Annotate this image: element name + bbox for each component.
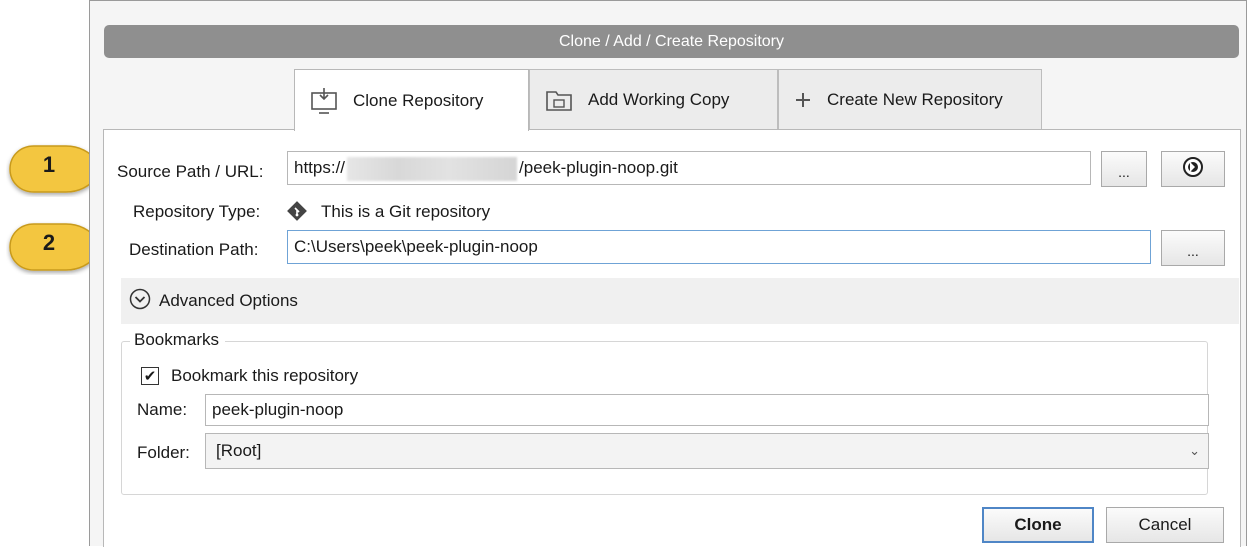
repo-type-label: Repository Type: [133, 202, 261, 221]
tab-create-new-repository[interactable]: Create New Repository [778, 69, 1042, 129]
destination-path-label: Destination Path: [129, 240, 259, 259]
repo-type-value: This is a Git repository [321, 202, 491, 221]
source-url-input[interactable]: https:// /peek-plugin-noop.git [287, 151, 1091, 185]
tab-clone-repository[interactable]: Clone Repository [294, 69, 529, 131]
advanced-options-toggle[interactable]: Advanced Options [121, 278, 1239, 324]
browse-source-button[interactable]: ... [1101, 151, 1147, 187]
plus-icon [793, 85, 813, 115]
git-icon [286, 200, 308, 227]
folder-icon [544, 85, 574, 115]
tab-label: Clone Repository [353, 90, 484, 110]
remote-globe-icon [1182, 156, 1204, 183]
tab-add-working-copy[interactable]: Add Working Copy [529, 69, 778, 129]
tab-label: Add Working Copy [588, 89, 730, 109]
advanced-options-label: Advanced Options [159, 291, 298, 310]
source-path-label: Source Path / URL: [117, 162, 264, 181]
folder-label: Folder: [137, 443, 190, 462]
tab-label: Create New Repository [827, 89, 1003, 109]
bookmark-checkbox[interactable]: ✔ [141, 367, 159, 385]
chevron-down-icon [129, 288, 151, 315]
folder-select[interactable]: [Root] ⌄ [205, 433, 1209, 469]
callout-number: 1 [42, 152, 56, 177]
checkmark-icon: ✔ [143, 368, 157, 385]
remote-repo-button[interactable] [1161, 151, 1225, 187]
chevron-down-icon: ⌄ [1189, 443, 1200, 458]
bookmarks-legend: Bookmarks [130, 330, 226, 350]
source-url-prefix: https:// [294, 158, 346, 177]
browse-destination-button[interactable]: ... [1161, 230, 1225, 266]
dialog-title: Clone / Add / Create Repository [104, 25, 1239, 58]
callout-number: 2 [42, 230, 56, 255]
clone-icon [309, 86, 339, 116]
bookmarks-group: Bookmarks ✔ Bookmark this repository Nam… [121, 330, 1209, 495]
redacted-host [347, 156, 518, 181]
clone-button[interactable]: Clone [982, 507, 1094, 543]
cancel-button[interactable]: Cancel [1106, 507, 1224, 543]
name-label: Name: [137, 400, 188, 419]
clone-dialog: Clone / Add / Create Repository Clone Re… [89, 0, 1247, 547]
source-url-suffix: /peek-plugin-noop.git [519, 158, 678, 177]
bookmark-checkbox-label: Bookmark this repository [171, 366, 359, 385]
bookmark-name-input[interactable]: peek-plugin-noop [205, 394, 1209, 426]
folder-select-value: [Root] [216, 441, 262, 460]
clone-panel: Source Path / URL: https:// /peek-plugin-… [103, 129, 1241, 547]
destination-path-input[interactable]: C:\Users\peek\peek-plugin-noop [287, 230, 1151, 264]
